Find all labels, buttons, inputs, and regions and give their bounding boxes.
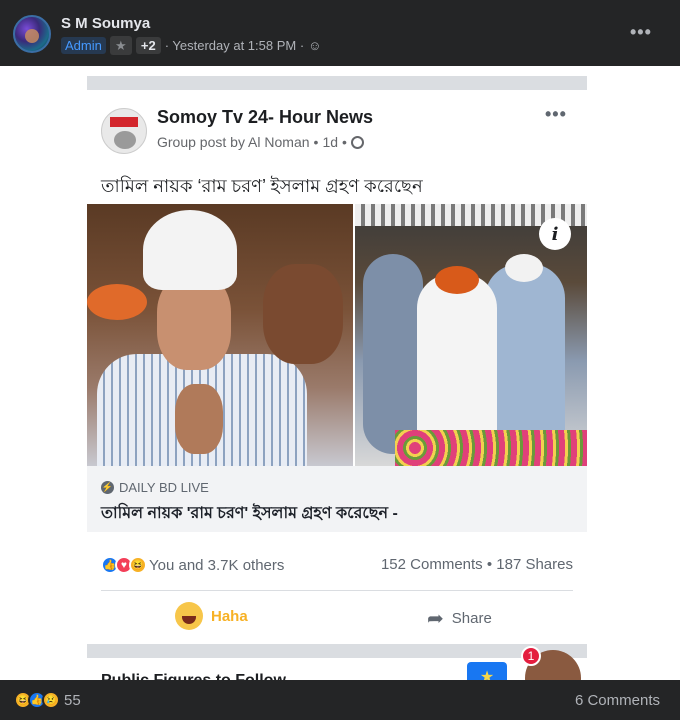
sad-icon: 😢 xyxy=(42,691,60,709)
reaction-summary: 👍 ♥ 😆 You and 3.7K others xyxy=(101,556,284,574)
post-meta: Admin ★ +2 · Yesterday at 1:58 PM · ☺ xyxy=(61,36,321,55)
haha-action: Haha xyxy=(175,602,248,630)
post-age: 1d xyxy=(322,134,339,150)
post-header: S M Soumya Admin ★ +2 · Yesterday at 1:5… xyxy=(0,0,680,66)
star-badge-icon[interactable]: ★ xyxy=(109,36,132,55)
footer-reactions[interactable]: 😆 👍 😢 55 xyxy=(14,691,81,709)
comments-link[interactable]: 6 Comments xyxy=(575,692,660,709)
group-post-label: Group post by Al Noman xyxy=(157,134,310,150)
bolt-icon: ⚡ xyxy=(101,481,114,494)
photo-left xyxy=(87,204,353,466)
reaction-count: 55 xyxy=(64,691,81,709)
flower-offerings xyxy=(395,430,587,466)
admin-badge[interactable]: Admin xyxy=(61,37,106,54)
photo-right: i xyxy=(355,204,587,466)
white-cap-2 xyxy=(505,254,543,282)
orange-turban xyxy=(87,284,147,320)
share-action: ➦ Share xyxy=(427,606,492,631)
footer-reaction-icons: 😆 👍 😢 xyxy=(14,691,60,709)
post-text: তামিল নায়ক ‘রাম চরণ’ ইসলাম গ্রহণ করেছেন xyxy=(101,176,423,196)
page-subtitle: Group post by Al Noman • 1d • xyxy=(157,134,364,150)
folded-hands xyxy=(175,384,223,454)
reactions-text: You and 3.7K others xyxy=(149,556,285,574)
link-preview: ⚡ DAILY BD LIVE তামিল নায়ক 'রাম চরণ' ইস… xyxy=(87,466,587,532)
reaction-icons: 👍 ♥ 😆 xyxy=(101,556,147,574)
person-blue-shirt xyxy=(363,254,423,454)
haha-icon: 😆 xyxy=(129,556,147,574)
divider xyxy=(101,590,573,591)
audience-icon[interactable]: ☺ xyxy=(308,38,321,53)
card-options-icon: ••• xyxy=(545,104,567,124)
page-name[interactable]: Somoy Tv 24- Hour News xyxy=(157,107,373,128)
more-badges[interactable]: +2 xyxy=(135,37,161,54)
page-avatar[interactable] xyxy=(101,108,147,154)
white-cap xyxy=(143,210,237,290)
shared-post-card: Somoy Tv 24- Hour News Group post by Al … xyxy=(87,90,587,650)
link-title: তামিল নায়ক 'রাম চরণ' ইসলাম গ্রহণ করেছেন… xyxy=(101,505,398,522)
next-section-title: Public Figures to Follow xyxy=(101,672,286,680)
haha-face-icon xyxy=(175,602,203,630)
info-icon: i xyxy=(539,218,571,250)
share-label: Share xyxy=(451,610,492,627)
orange-turban-2 xyxy=(435,266,479,294)
top-gray-bar xyxy=(87,76,587,90)
haha-label: Haha xyxy=(211,607,248,625)
post-timestamp[interactable]: · Yesterday at 1:58 PM · xyxy=(165,38,304,53)
link-source-label: DAILY BD LIVE xyxy=(119,480,209,495)
comment-share-counts: 152 Comments • 187 Shares xyxy=(380,556,573,573)
post-photo: i xyxy=(87,204,587,466)
author-name[interactable]: S M Soumya xyxy=(61,15,150,32)
post-options-button[interactable]: ••• xyxy=(630,22,652,43)
share-icon: ➦ xyxy=(427,608,444,630)
globe-icon xyxy=(350,135,364,149)
next-section: Public Figures to Follow ★ 1 xyxy=(87,646,587,680)
dot-separator: • xyxy=(313,134,319,150)
shared-image[interactable]: Somoy Tv 24- Hour News Group post by Al … xyxy=(0,66,680,680)
link-source: ⚡ DAILY BD LIVE xyxy=(101,480,209,495)
dot-separator-2: • xyxy=(342,134,347,150)
second-man-face xyxy=(263,264,343,364)
notification-badge: 1 xyxy=(521,646,541,666)
author-avatar[interactable] xyxy=(13,15,51,53)
post-footer: 😆 👍 😢 55 6 Comments xyxy=(0,680,680,720)
bottom-gray-bar xyxy=(87,644,587,658)
star-icon: ★ xyxy=(467,662,507,680)
